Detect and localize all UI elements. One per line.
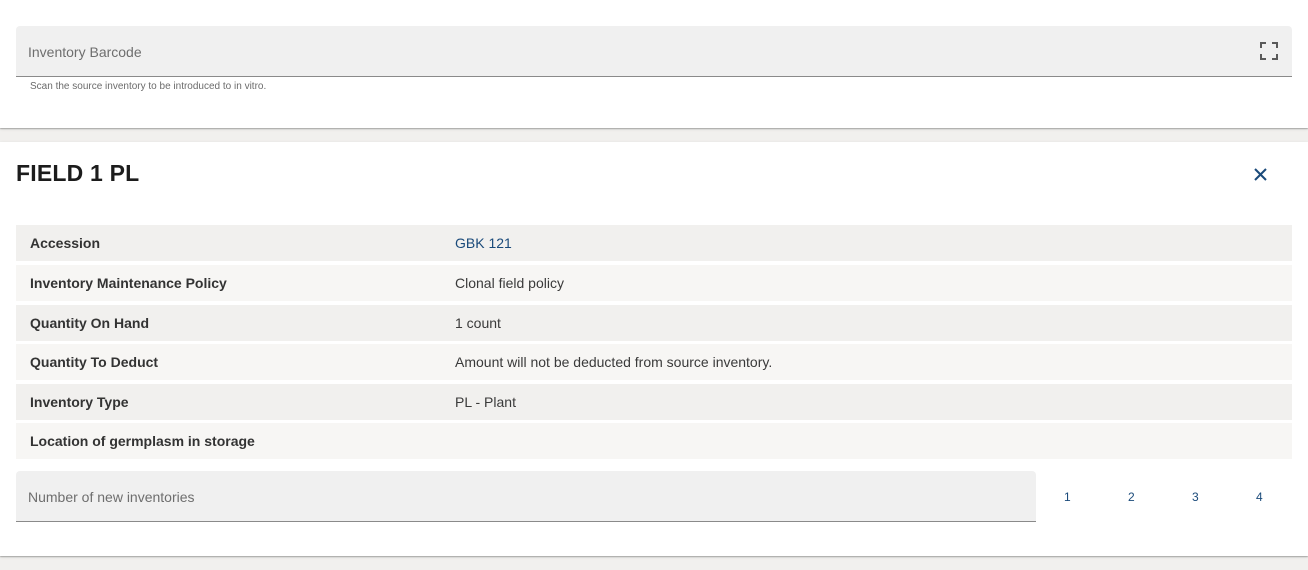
count-option-1[interactable]: 1 <box>1064 490 1071 504</box>
barcode-hint-text: Scan the source inventory to be introduc… <box>30 81 267 92</box>
count-option-2[interactable]: 2 <box>1128 490 1135 504</box>
detail-row-inventory-type: Inventory Type PL - Plant <box>16 384 1292 420</box>
detail-row-quantity-to-deduct: Quantity To Deduct Amount will not be de… <box>16 344 1292 380</box>
detail-label: Quantity On Hand <box>30 315 149 331</box>
detail-row-storage-location: Location of germplasm in storage <box>16 423 1292 459</box>
count-option-3[interactable]: 3 <box>1192 490 1199 504</box>
fullscreen-scan-icon[interactable] <box>1260 42 1278 60</box>
close-icon[interactable] <box>1251 165 1270 184</box>
detail-label: Quantity To Deduct <box>30 354 159 370</box>
detail-row-accession: Accession GBK 121 <box>16 225 1292 261</box>
accession-link[interactable]: GBK 121 <box>455 235 512 251</box>
detail-value: 1 count <box>455 315 501 331</box>
new-inventories-input[interactable]: Number of new inventories <box>16 471 1036 522</box>
detail-label: Inventory Maintenance Policy <box>30 275 227 291</box>
detail-value: Amount will not be deducted from source … <box>455 354 773 370</box>
detail-row-quantity-on-hand: Quantity On Hand 1 count <box>16 305 1292 341</box>
barcode-card: Inventory Barcode Scan the source invent… <box>0 0 1308 128</box>
detail-label: Inventory Type <box>30 394 129 410</box>
detail-value: Clonal field policy <box>455 275 564 291</box>
count-option-4[interactable]: 4 <box>1256 490 1263 504</box>
detail-row-maintenance-policy: Inventory Maintenance Policy Clonal fiel… <box>16 265 1292 301</box>
inventory-barcode-label: Inventory Barcode <box>28 44 142 60</box>
inventory-barcode-input[interactable]: Inventory Barcode <box>16 26 1292 77</box>
detail-label: Accession <box>30 235 101 251</box>
detail-value: PL - Plant <box>455 394 516 410</box>
detail-label: Location of germplasm in storage <box>30 433 255 449</box>
inventory-title: FIELD 1 PL <box>16 160 140 186</box>
new-inventories-label: Number of new inventories <box>28 489 195 505</box>
